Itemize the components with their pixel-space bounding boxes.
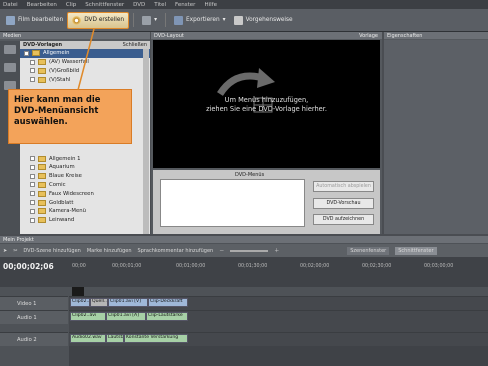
autoplay-button[interactable]: Automatisch abspielen	[313, 181, 374, 192]
video-clip[interactable]: Clip02..	[70, 298, 90, 307]
add-narration-button[interactable]: Sprachkommentar hinzufügen	[138, 248, 214, 254]
ruler-tick: 00;01;00;00	[176, 264, 206, 269]
burn-dvd-button[interactable]: DVD aufzeichnen	[313, 214, 374, 225]
timeline-empty-area	[69, 346, 488, 366]
selection-tool-icon[interactable]: ➤	[3, 248, 7, 254]
audio-clip[interactable]: Clip02..avi	[70, 312, 106, 321]
ruler-tick: 00;02;30;00	[362, 264, 392, 269]
audio-clip-effect[interactable]: Lautstärke	[106, 334, 124, 343]
timeline-toolbar: ➤ ✂ DVD-Szene hinzufügen Marke hinzufüge…	[0, 244, 488, 257]
dvd-layout-title: DVD-Layout	[154, 32, 184, 39]
drop-hint: Um Menüs hinzuzufügen, ziehen Sie eine D…	[153, 96, 380, 114]
audio-clip[interactable]: Audio02.wav	[70, 334, 106, 343]
dvd-menus-label: DVD-Menüs	[235, 172, 265, 178]
track-video1-label[interactable]: Video 1	[0, 296, 68, 310]
time-ruler[interactable]	[0, 257, 488, 287]
properties-header: Eigenschaften	[384, 32, 488, 39]
dvd-menus-area: DVD-Menüs Automatisch abspielen DVD-Vors…	[153, 170, 380, 234]
drop-hint-line: Um Menüs hinzuzufügen,	[224, 96, 309, 104]
track-video1-lane: Clip02.. Quell.. Clip01.avi [V] Clip-Dec…	[69, 296, 488, 310]
zoom-out-icon[interactable]: －	[219, 247, 224, 254]
video-clip[interactable]: Quell..	[90, 298, 108, 307]
razor-tool-icon[interactable]: ✂	[13, 248, 17, 254]
video-clip[interactable]: Clip01.avi [V]	[108, 298, 148, 307]
add-scene-button[interactable]: DVD-Szene hinzufügen	[23, 248, 80, 254]
video-clip-effect[interactable]: Clip-Deckkraft	[148, 298, 188, 307]
add-marker-button[interactable]: Marke hinzufügen	[87, 248, 132, 254]
ruler-tick: 00;01;30;00	[238, 264, 268, 269]
track-audio1-label[interactable]: Audio 1	[0, 310, 68, 324]
current-timecode[interactable]: 00;00;02;06	[3, 262, 54, 271]
timeline-tab[interactable]: Schnittfenster	[395, 246, 437, 255]
project-title: Mein Projekt	[3, 236, 34, 243]
properties-title: Eigenschaften	[387, 32, 423, 39]
dvd-menus-list[interactable]	[160, 179, 305, 227]
audio-transition[interactable]: Konstante Verstärkung	[124, 334, 188, 343]
audio1-waveform-lane	[69, 324, 488, 332]
dvd-preview-button[interactable]: DVD-Vorschau	[313, 198, 374, 209]
audio-clip-effect[interactable]: Clip-Lautstärke	[146, 312, 188, 321]
audio-clip[interactable]: Clip01.avi [A]	[106, 312, 146, 321]
zoom-slider[interactable]	[230, 249, 269, 252]
timeline-header: Mein Projekt	[0, 236, 488, 243]
track-audio1-lane: Clip02..avi Clip01.avi [A] Clip-Lautstär…	[69, 310, 488, 324]
ruler-tick: 00;02;00;00	[300, 264, 330, 269]
ruler-tick: 00;00	[72, 264, 86, 269]
drop-hint-line: ziehen Sie eine DVD-Vorlage hierher.	[206, 105, 327, 113]
dvd-layout-header: DVD-Layout Vorlage	[151, 32, 382, 39]
ruler-tick: 00;03;00;00	[424, 264, 454, 269]
scene-window-tab[interactable]: Szenenfenster	[347, 246, 390, 255]
preset-label[interactable]: Vorlage	[359, 33, 378, 39]
zoom-in-icon[interactable]: ＋	[274, 247, 279, 254]
ruler-tick: 00;00;01;00	[112, 264, 142, 269]
track-audio2-label[interactable]: Audio 2	[0, 332, 68, 346]
track-audio2-lane: Audio02.wav Lautstärke Konstante Verstär…	[69, 332, 488, 346]
properties-content	[384, 40, 488, 234]
